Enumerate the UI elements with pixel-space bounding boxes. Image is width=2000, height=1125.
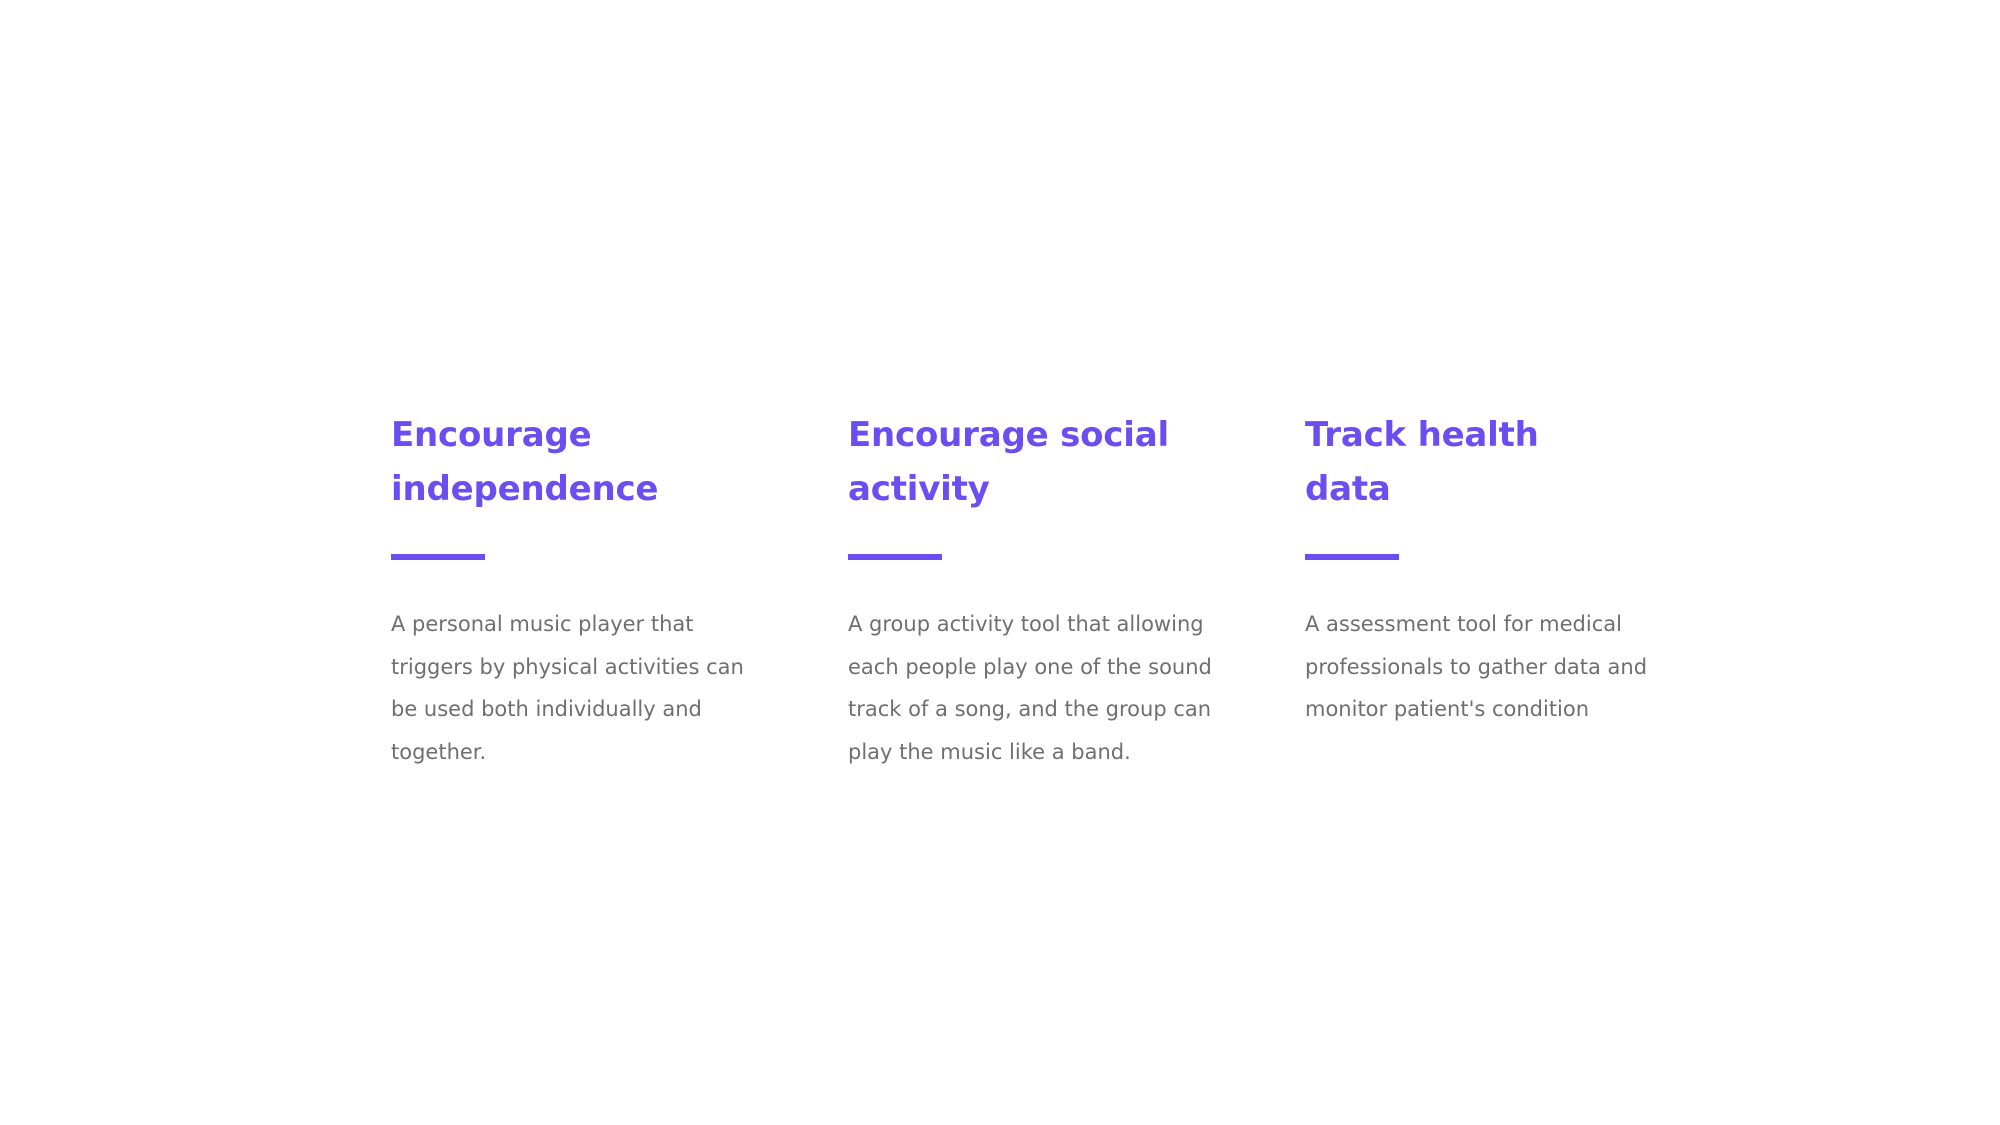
- description-line: A personal music player that: [391, 612, 694, 636]
- description-line: monitor patient's condition: [1305, 697, 1590, 721]
- feature-title: Track health data: [1305, 408, 1705, 516]
- feature-health-data: Track health data A assessment tool for …: [1305, 408, 1705, 731]
- description-line: together.: [391, 739, 487, 764]
- accent-divider: [1305, 554, 1399, 560]
- feature-title-line: Encourage: [391, 415, 592, 455]
- feature-description: A group activity tool that allowing each…: [848, 603, 1248, 773]
- description-line: A assessment tool for medical: [1305, 612, 1622, 636]
- description-line: triggers by physical activities can: [391, 654, 744, 679]
- description-line: track of a song, and the group can: [848, 697, 1212, 721]
- feature-title-line: data: [1305, 469, 1391, 509]
- description-line: professionals to gather data and: [1305, 654, 1648, 679]
- accent-divider: [391, 554, 485, 560]
- feature-description: A assessment tool for medical profession…: [1305, 603, 1705, 731]
- accent-divider: [848, 554, 942, 560]
- feature-title-line: activity: [848, 469, 990, 509]
- feature-title: Encourage independence: [391, 408, 791, 516]
- feature-social-activity: Encourage social activity A group activi…: [848, 408, 1248, 773]
- description-line: A group activity tool that allowing: [848, 612, 1204, 636]
- feature-title-line: Encourage social: [848, 415, 1169, 455]
- feature-title: Encourage social activity: [848, 408, 1248, 516]
- feature-description: A personal music player that triggers by…: [391, 603, 791, 773]
- description-line: each people play one of the sound: [848, 654, 1212, 679]
- description-line: play the music like a band.: [848, 739, 1131, 764]
- feature-independence: Encourage independence A personal music …: [391, 408, 791, 773]
- description-line: be used both individually and: [391, 697, 702, 721]
- features-section: Encourage independence A personal music …: [391, 408, 1691, 788]
- feature-title-line: independence: [391, 469, 659, 509]
- feature-title-line: Track health: [1305, 415, 1539, 455]
